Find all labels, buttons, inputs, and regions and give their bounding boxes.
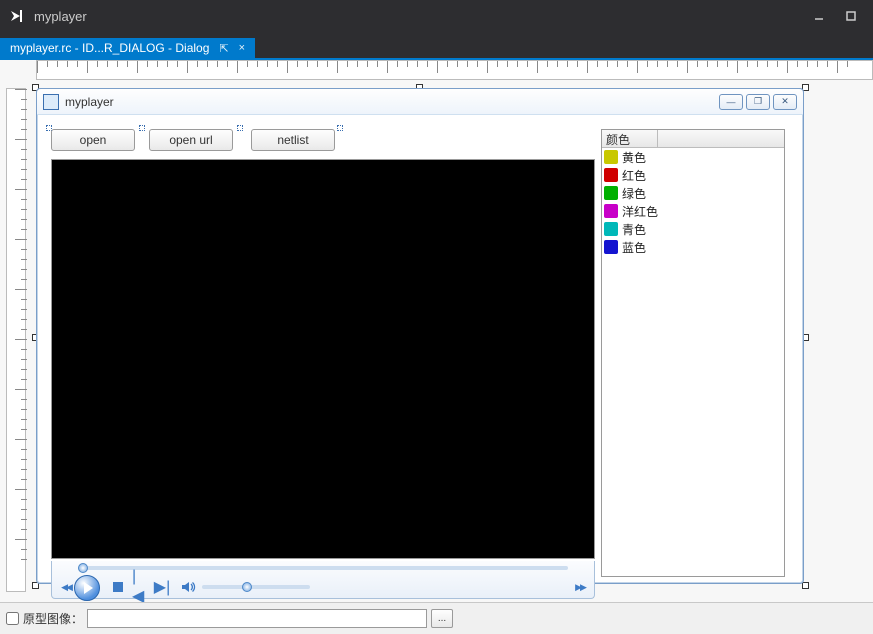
dialog-title: myplayer	[65, 95, 114, 109]
listview-row[interactable]: 绿色	[602, 184, 784, 202]
listview-row-label: 青色	[622, 221, 646, 238]
listview-row[interactable]: 蓝色	[602, 238, 784, 256]
listview-header-cell[interactable]: 颜色	[602, 130, 658, 147]
color-swatch-icon	[604, 240, 618, 254]
video-display-area[interactable]	[51, 159, 595, 559]
listview-row[interactable]: 青色	[602, 220, 784, 238]
volume-slider-thumb[interactable]	[242, 582, 252, 592]
prototype-image-checkbox[interactable]	[6, 612, 19, 625]
document-tab-active[interactable]: myplayer.rc - ID...R_DIALOG - Dialog ⇱ ×	[0, 38, 255, 58]
design-marker	[237, 125, 243, 131]
tab-close-icon[interactable]: ×	[239, 42, 245, 54]
play-button[interactable]	[74, 575, 100, 601]
netlist-button[interactable]: netlist	[251, 129, 335, 151]
color-swatch-icon	[604, 168, 618, 182]
seek-slider-thumb[interactable]	[78, 563, 88, 573]
open-url-button[interactable]: open url	[149, 129, 233, 151]
window-maximize-button[interactable]	[837, 6, 865, 26]
listview-header[interactable]: 颜色	[602, 130, 784, 148]
ruler-horizontal	[36, 60, 873, 80]
dialog-preview[interactable]: myplayer — ❐ ✕ open open url netlist ◀◀ …	[36, 88, 804, 584]
dialog-designer-surface[interactable]: myplayer — ❐ ✕ open open url netlist ◀◀ …	[0, 60, 873, 634]
document-tab-well: myplayer.rc - ID...R_DIALOG - Dialog ⇱ ×	[0, 38, 873, 60]
dialog-maximize-button[interactable]: ❐	[746, 94, 770, 110]
listview-row-label: 洋红色	[622, 203, 658, 220]
dialog-minimize-button[interactable]: —	[719, 94, 743, 110]
dialog-close-button[interactable]: ✕	[773, 94, 797, 110]
open-button[interactable]: open	[51, 129, 135, 151]
color-listview[interactable]: 颜色 黄色红色绿色洋红色青色蓝色	[601, 129, 785, 577]
color-swatch-icon	[604, 222, 618, 236]
dialog-titlebar[interactable]: myplayer — ❐ ✕	[37, 89, 803, 115]
seek-slider-track[interactable]	[78, 566, 568, 570]
design-marker	[139, 125, 145, 131]
vs-logo-icon	[8, 8, 24, 24]
document-tab-label: myplayer.rc - ID...R_DIALOG - Dialog	[10, 41, 209, 55]
dialog-client-area: open open url netlist ◀◀ ▶▶ |◀ ▶|	[37, 115, 803, 583]
tab-pin-icon[interactable]: ⇱	[219, 42, 228, 55]
property-bar: 原型图像： ...	[0, 602, 873, 634]
previous-track-button[interactable]: |◀	[132, 579, 148, 595]
listview-row-label: 蓝色	[622, 239, 646, 256]
color-swatch-icon	[604, 204, 618, 218]
window-minimize-button[interactable]	[805, 6, 833, 26]
listview-header-cell-empty[interactable]	[658, 130, 784, 147]
fast-forward-icon[interactable]: ▶▶	[572, 579, 588, 595]
dialog-app-icon	[43, 94, 59, 110]
selection-handle[interactable]	[802, 582, 809, 589]
color-swatch-icon	[604, 150, 618, 164]
listview-body[interactable]: 黄色红色绿色洋红色青色蓝色	[602, 148, 784, 256]
listview-row-label: 黄色	[622, 149, 646, 166]
vs-title: myplayer	[34, 9, 87, 24]
listview-row[interactable]: 黄色	[602, 148, 784, 166]
listview-row[interactable]: 洋红色	[602, 202, 784, 220]
volume-icon[interactable]	[180, 579, 196, 595]
prototype-image-browse-button[interactable]: ...	[431, 609, 453, 628]
listview-row[interactable]: 红色	[602, 166, 784, 184]
stop-button[interactable]	[110, 579, 126, 595]
prototype-image-label: 原型图像：	[23, 610, 83, 627]
prototype-image-path-input[interactable]	[87, 609, 427, 628]
volume-slider-track[interactable]	[202, 585, 310, 589]
next-track-button[interactable]: ▶|	[154, 579, 170, 595]
listview-row-label: 绿色	[622, 185, 646, 202]
rewind-icon[interactable]: ◀◀	[58, 579, 74, 595]
design-marker	[337, 125, 343, 131]
ruler-vertical	[6, 88, 26, 592]
vs-titlebar: myplayer	[0, 0, 873, 32]
color-swatch-icon	[604, 186, 618, 200]
media-control-bar: ◀◀ ▶▶ |◀ ▶|	[51, 561, 595, 599]
listview-row-label: 红色	[622, 167, 646, 184]
